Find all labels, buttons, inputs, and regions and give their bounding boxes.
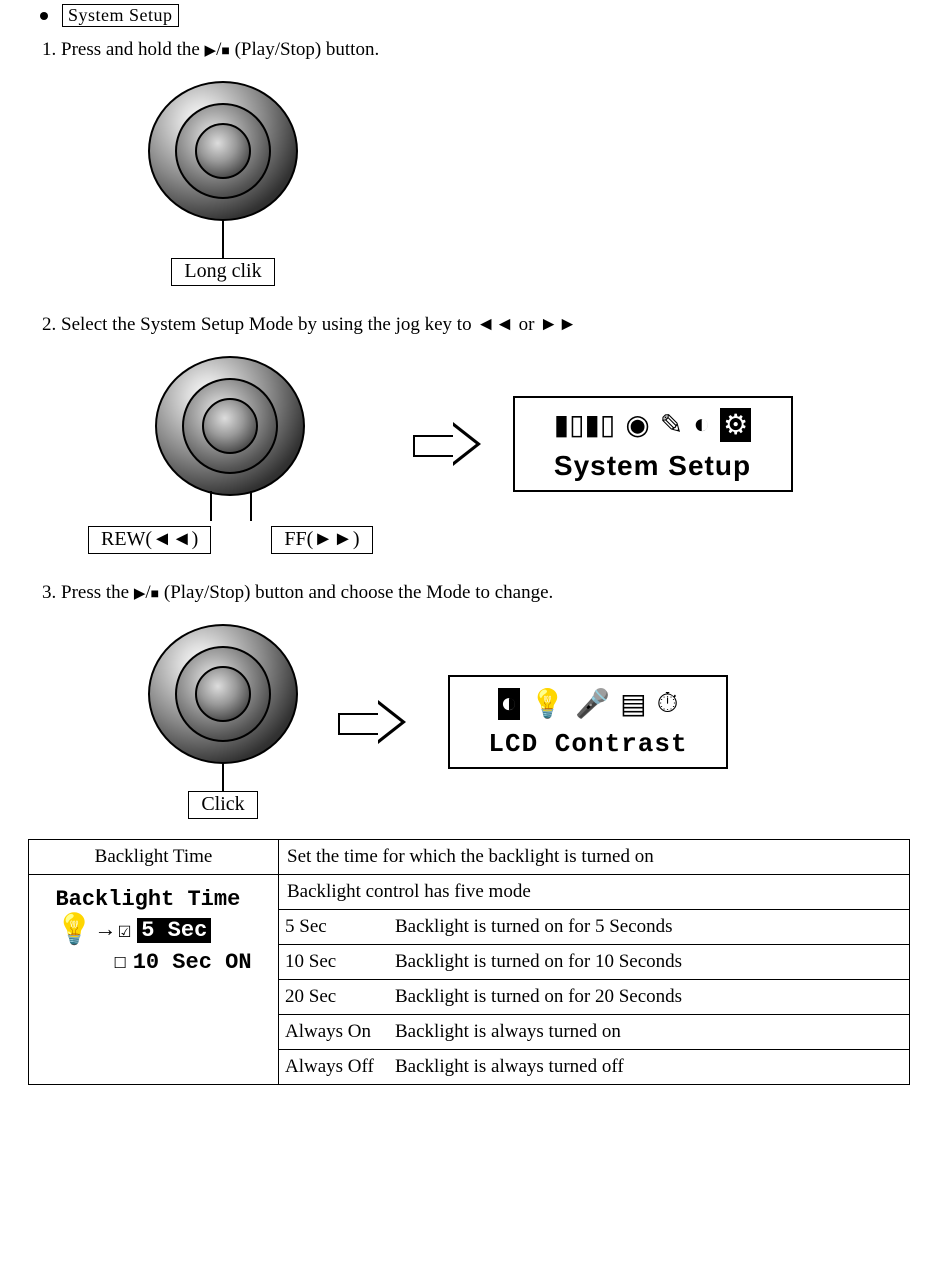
pointer-line-icon xyxy=(222,218,224,258)
modes-inner-table: 5 Sec Backlight is turned on for 5 Secon… xyxy=(279,910,909,1084)
table-row: 20 Sec Backlight is turned on for 20 Sec… xyxy=(279,980,909,1015)
jog-wheel-block: Long clik xyxy=(148,81,298,286)
lcd-system-setup: ▮▯▮▯ ◉ ✎ ◐ ⚙ System Setup xyxy=(513,396,793,492)
bulb-icon: 💡 xyxy=(55,912,92,949)
table-sub-header: Backlight control has five mode xyxy=(279,875,909,910)
step-1-num: 1. xyxy=(42,39,56,60)
mode-desc: Backlight is always turned off xyxy=(389,1050,909,1085)
playstop-icon: ▶/■ xyxy=(134,582,159,603)
radio-icon: ◉ xyxy=(625,408,649,442)
diagram-step-1: Long clik xyxy=(28,81,910,286)
step-1-text-b: (Play/Stop) button. xyxy=(230,39,379,60)
sheet-icon: ▤ xyxy=(620,687,646,721)
jog-wheel-icon xyxy=(148,624,298,764)
lcd-contrast: ◐ 💡 🎤 ▤ ⏱ LCD Contrast xyxy=(448,675,728,769)
clock-off-icon: ⏱ xyxy=(657,688,679,720)
lcd-contrast-title: LCD Contrast xyxy=(488,729,687,759)
arrow-right-icon xyxy=(413,419,483,469)
diagram-step-3: Click ◐ 💡 🎤 ▤ ⏱ LCD Contrast xyxy=(28,624,910,819)
step-3: 3. Press the ▶/■ (Play/Stop) button and … xyxy=(28,582,910,604)
step-2-text: Select the System Setup Mode by using th… xyxy=(61,314,577,335)
gear-icon: ⚙ xyxy=(720,408,751,442)
bl-screen-title: Backlight Time xyxy=(55,887,251,912)
jog-wheel-icon xyxy=(155,356,305,496)
mode-desc: Backlight is turned on for 10 Seconds xyxy=(389,945,909,980)
arrow-right-icon xyxy=(338,697,408,747)
table-header-desc: Set the time for which the backlight is … xyxy=(279,840,910,875)
table-row: Backlight Time Set the time for which th… xyxy=(29,840,910,875)
arrow-icon: → xyxy=(99,918,112,943)
contrast-icon: ◐ xyxy=(498,688,521,720)
long-click-label: Long clik xyxy=(171,258,274,286)
table-row: Always Off Backlight is always turned of… xyxy=(279,1050,909,1085)
checkbox-icon: ☐ xyxy=(113,949,126,975)
lcd-system-setup-title: System Setup xyxy=(554,450,751,482)
section-header: System Setup xyxy=(28,4,910,27)
backlight-screen: Backlight Time 💡 → ☑ 5 Sec ☐ 10 Sec ON xyxy=(51,881,255,981)
playstop-icon: ▶/■ xyxy=(205,39,230,60)
mode-label: Always Off xyxy=(279,1050,389,1085)
bl-selected: 5 Sec xyxy=(137,918,211,943)
table-modes-cell: Backlight control has five mode 5 Sec Ba… xyxy=(279,875,910,1085)
step-3-text-a: Press the xyxy=(61,582,134,603)
pointer-line-icon xyxy=(222,761,224,791)
bulb-icon: 💡 xyxy=(530,687,565,721)
step-3-num: 3. xyxy=(42,582,56,603)
table-screen-cell: Backlight Time 💡 → ☑ 5 Sec ☐ 10 Sec ON xyxy=(29,875,279,1085)
table-row: 5 Sec Backlight is turned on for 5 Secon… xyxy=(279,910,909,945)
sheet-icon: ✎ xyxy=(660,408,683,442)
lcd-icon-row: ◐ 💡 🎤 ▤ ⏱ xyxy=(498,687,679,721)
mode-desc: Backlight is always turned on xyxy=(389,1015,909,1050)
table-row: 10 Sec Backlight is turned on for 10 Sec… xyxy=(279,945,909,980)
jog-wheel-click: Click xyxy=(148,624,298,819)
mic-icon: 🎤 xyxy=(575,687,610,721)
table-row: Always On Backlight is always turned on xyxy=(279,1015,909,1050)
jog-wheel-icon xyxy=(148,81,298,221)
table-row: Backlight Time 💡 → ☑ 5 Sec ☐ 10 Sec ON B… xyxy=(29,875,910,1085)
rew-label: REW(◄◄) xyxy=(88,526,211,554)
step-3-text-b: (Play/Stop) button and choose the Mode t… xyxy=(159,582,553,603)
bl-next: 10 Sec ON xyxy=(133,950,252,975)
section-title: System Setup xyxy=(62,4,179,27)
click-label: Click xyxy=(188,791,257,819)
checkbox-checked-icon: ☑ xyxy=(118,918,131,944)
dish-icon: ◐ xyxy=(693,409,710,441)
pointer-line-icon xyxy=(88,491,373,521)
mode-label: 10 Sec xyxy=(279,945,389,980)
mode-label: Always On xyxy=(279,1015,389,1050)
bullet-icon xyxy=(40,12,48,20)
table-header-left: Backlight Time xyxy=(29,840,279,875)
mode-desc: Backlight is turned on for 20 Seconds xyxy=(389,980,909,1015)
mode-desc: Backlight is turned on for 5 Seconds xyxy=(389,910,909,945)
equalizer-icon: ▮▯▮▯ xyxy=(554,408,616,442)
step-2: 2. Select the System Setup Mode by using… xyxy=(28,314,910,336)
backlight-table: Backlight Time Set the time for which th… xyxy=(28,839,910,1085)
mode-label: 20 Sec xyxy=(279,980,389,1015)
step-2-num: 2. xyxy=(42,314,56,335)
step-1: 1. Press and hold the ▶/■ (Play/Stop) bu… xyxy=(28,39,910,61)
diagram-step-2: REW(◄◄) FF(►►) ▮▯▮▯ ◉ ✎ ◐ ⚙ System Setup xyxy=(28,356,910,554)
mode-label: 5 Sec xyxy=(279,910,389,945)
step-1-text-a: Press and hold the xyxy=(61,39,205,60)
jog-wheel-rewff: REW(◄◄) FF(►►) xyxy=(88,356,373,554)
lcd-icon-row: ▮▯▮▯ ◉ ✎ ◐ ⚙ xyxy=(554,408,752,442)
ff-label: FF(►►) xyxy=(271,526,372,554)
